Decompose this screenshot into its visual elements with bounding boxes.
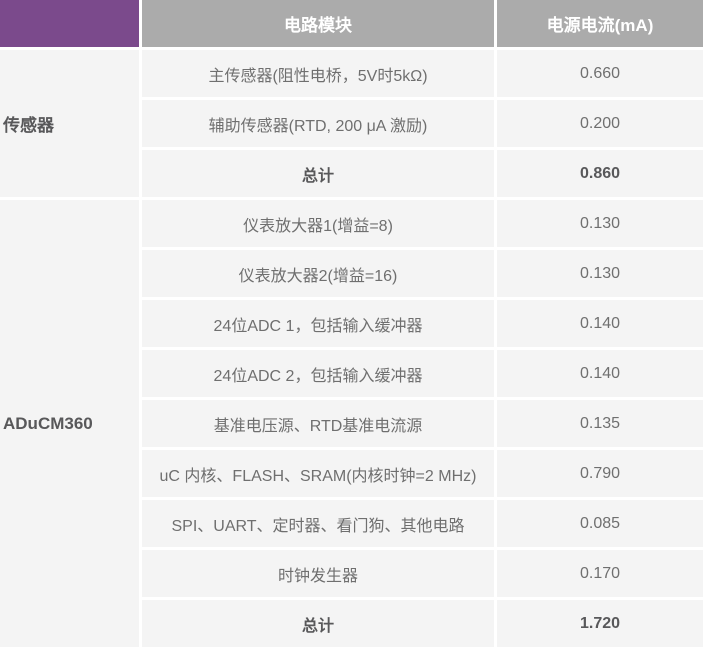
module-cell-adc1: 24位ADC 1，包括输入缓冲器 xyxy=(142,300,494,347)
module-cell-peripherals: SPI、UART、定时器、看门狗、其他电路 xyxy=(142,500,494,547)
current-cell-uc-core: 0.790 xyxy=(497,450,703,497)
column-header-circuit-module: 电路模块 xyxy=(142,0,494,47)
current-cell-aux-sensor: 0.200 xyxy=(497,100,703,147)
module-cell-aducm360-total: 总计 xyxy=(142,600,494,647)
current-cell-main-sensor: 0.660 xyxy=(497,50,703,97)
module-cell-inamp1: 仪表放大器1(增益=8) xyxy=(142,200,494,247)
current-cell-inamp2: 0.130 xyxy=(497,250,703,297)
module-cell-clock-generator: 时钟发生器 xyxy=(142,550,494,597)
module-cell-reference: 基准电压源、RTD基准电流源 xyxy=(142,400,494,447)
current-cell-aducm360-total: 1.720 xyxy=(497,600,703,647)
column-header-supply-current: 电源电流(mA) xyxy=(497,0,703,47)
module-cell-uc-core: uC 内核、FLASH、SRAM(内核时钟=2 MHz) xyxy=(142,450,494,497)
module-cell-sensor-total: 总计 xyxy=(142,150,494,197)
current-cell-reference: 0.135 xyxy=(497,400,703,447)
table-corner-cell xyxy=(0,0,139,47)
module-cell-inamp2: 仪表放大器2(增益=16) xyxy=(142,250,494,297)
group-label-aducm360: ADuCM360 xyxy=(0,200,139,647)
current-cell-adc1: 0.140 xyxy=(497,300,703,347)
current-cell-peripherals: 0.085 xyxy=(497,500,703,547)
module-cell-adc2: 24位ADC 2，包括输入缓冲器 xyxy=(142,350,494,397)
module-cell-aux-sensor: 辅助传感器(RTD, 200 μA 激励) xyxy=(142,100,494,147)
current-cell-inamp1: 0.130 xyxy=(497,200,703,247)
group-label-sensor: 传感器 xyxy=(0,50,139,197)
module-cell-main-sensor: 主传感器(阻性电桥，5V时5kΩ) xyxy=(142,50,494,97)
power-consumption-table: 电路模块 电源电流(mA) 传感器 主传感器(阻性电桥，5V时5kΩ) 0.66… xyxy=(0,0,703,647)
current-cell-sensor-total: 0.860 xyxy=(497,150,703,197)
current-cell-adc2: 0.140 xyxy=(497,350,703,397)
current-cell-clock-generator: 0.170 xyxy=(497,550,703,597)
